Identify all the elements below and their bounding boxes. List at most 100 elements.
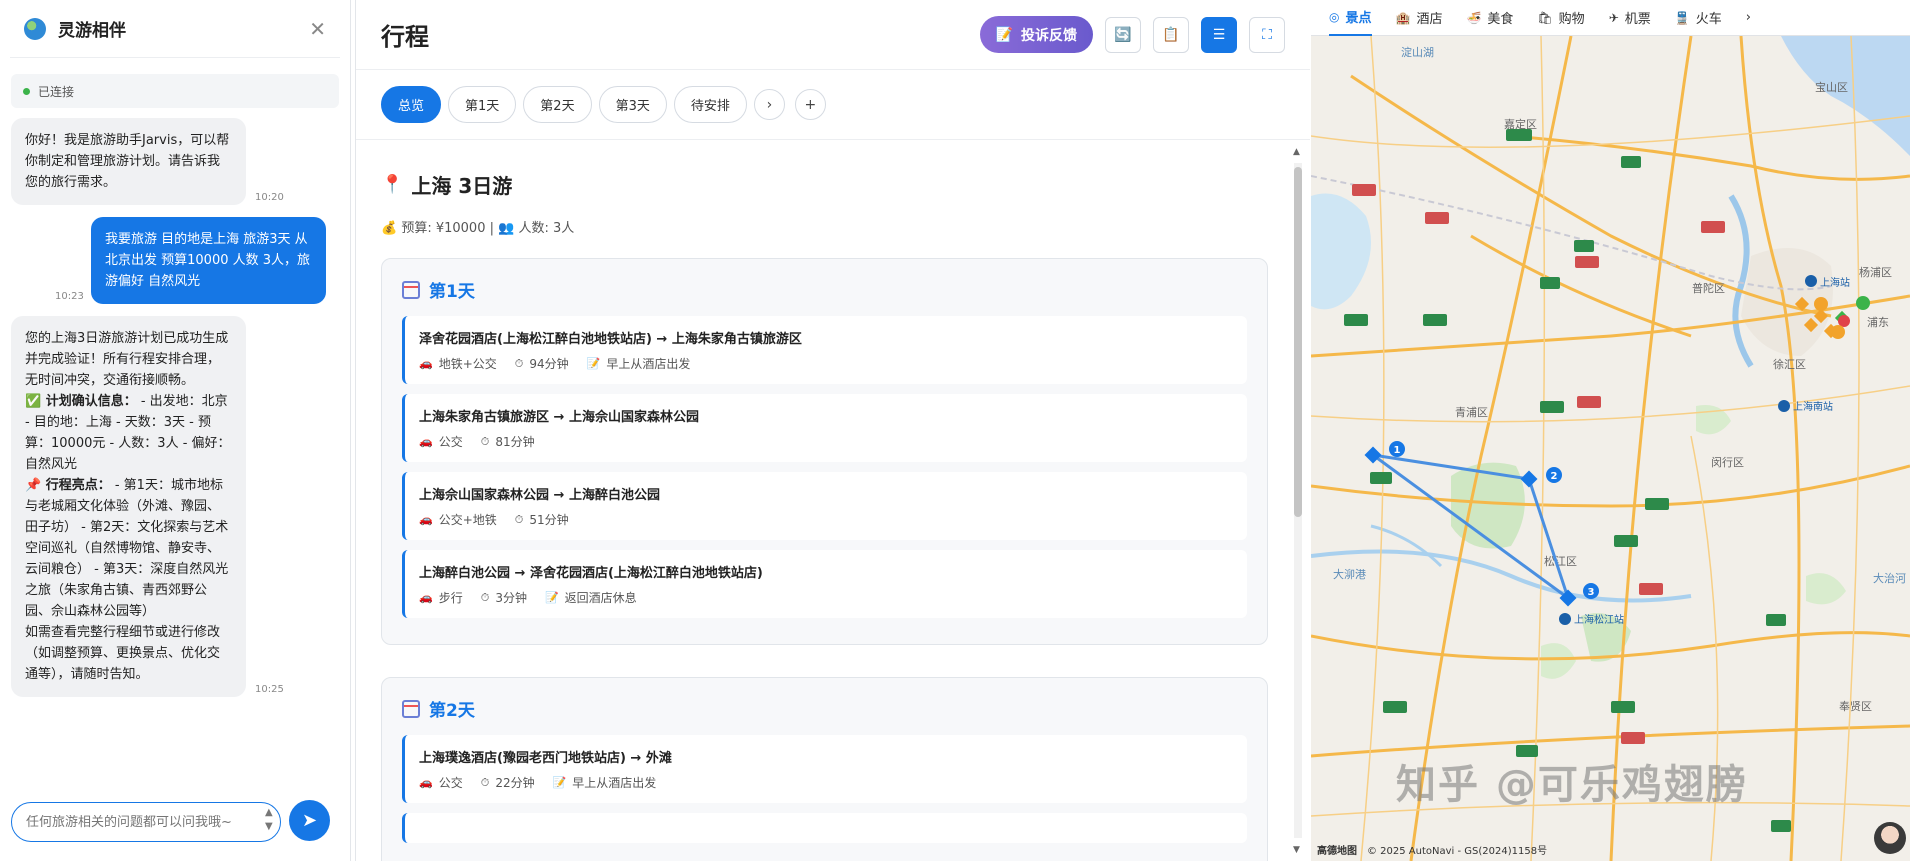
segment-note-text: 早上从酒店出发 [572,776,657,790]
itinerary-scrollbar[interactable]: ▲ ▼ [1291,145,1303,857]
document-icon: 📝 [995,26,1013,43]
complaint-feedback-button[interactable]: 📝 投诉反馈 [979,16,1093,53]
map-tabs-next[interactable]: › [1746,0,1751,36]
map-tab-label: 购物 [1558,12,1585,27]
send-icon: ➤ [301,810,318,831]
district-label: 奉贤区 [1839,699,1872,713]
globe-icon [24,17,46,40]
route-segment[interactable]: 上海朱家角古镇旅游区 → 上海佘山国家森林公园 🚗 公交 ⏱ 81分钟 [402,394,1247,462]
plan-confirm-label: ✅ 计划确认信息： [25,394,137,409]
plan-highlights-label: 📌 行程亮点： [25,478,111,493]
district-label: 青浦区 [1455,406,1488,419]
message-bot: 您的上海3日游旅游计划已成功生成并完成验证！所有行程安排合理，无时间冲突，交通衔… [11,316,339,697]
map-canvas[interactable]: 嘉定区 宝山区 普陀区 杨浦区 徐汇区 浦东 青浦区 闵行区 松江区 奉贤区 淀… [1311,36,1910,861]
segment-transport: 🚗 公交 [419,433,463,450]
segment-note-text: 早上从酒店出发 [606,357,691,371]
stopwatch-icon: ⏱ [480,590,490,604]
day-title-text: 第1天 [429,282,475,302]
district-label: 闵行区 [1711,455,1744,469]
segment-transport: 🚗 公交+地铁 [419,511,497,528]
route-segment[interactable] [402,813,1247,843]
close-icon[interactable]: ✕ [309,17,326,41]
segment-duration: ⏱ 22分钟 [481,774,535,791]
trip-title: 📍 上海 3日游 [381,170,1266,199]
refresh-button[interactable]: 🔄 [1105,16,1141,53]
map-tab-flights[interactable]: ✈ 机票 [1609,0,1651,36]
map-copyright: © 2025 AutoNavi - GS(2024)1158号 [1367,846,1548,857]
avatar[interactable] [1874,822,1906,854]
map-tab-food[interactable]: 🍜 美食 [1466,0,1513,36]
segment-meta: 🚗 步行 ⏱ 3分钟 📝 返回酒店休息 [419,589,1233,606]
route-stop-number: 3 [1588,587,1595,598]
target-icon: ◎ [1329,9,1340,24]
clipboard-icon: 📋 [1162,26,1180,43]
route-segment[interactable]: 上海醉白池公园 → 泽舍花园酒店(上海松江醉白池地铁站店) 🚗 步行 ⏱ 3分钟 📝… [402,550,1247,618]
chat-input-box[interactable] [11,802,281,842]
list-icon: ☰ [1212,26,1226,43]
money-bag-icon: 💰 [381,221,398,236]
app-root: 灵游相伴 ✕ 已连接 你好！我是旅游助手Jarvis，可以帮你制定和管理旅游计划… [0,0,1910,861]
fullscreen-button[interactable]: ⛶ [1249,16,1285,53]
day-card: 第2天 上海璞逸酒店(豫园老西门地铁站店) → 外滩 🚗 公交 ⏱ 22分钟 📝 早上… [381,677,1268,861]
input-resize-stepper[interactable]: ▲ ▼ [265,806,273,834]
itinerary-content: 📍 上海 3日游 💰 预算: ¥10000 | 👥 人数: 3人 第1天 泽舍花… [356,140,1291,861]
segment-route: 上海佘山国家森林公园 → 上海醉白池公园 [419,488,660,503]
add-day-button[interactable]: + [794,89,826,120]
scroll-down-icon[interactable]: ▼ [1293,845,1300,855]
day-title: 第1天 [402,277,1247,302]
segment-meta: 🚗 公交+地铁 ⏱ 51分钟 [419,511,1233,528]
tab-day-1[interactable]: 第1天 [448,86,517,123]
segment-transport-text: 公交 [438,435,463,449]
segment-route: 上海醉白池公园 → 泽舍花园酒店(上海松江醉白池地铁站店) [419,566,763,581]
map-tab-attractions[interactable]: ◎ 景点 [1329,0,1372,36]
chevron-right-icon: › [1745,10,1751,25]
chat-title: 灵游相伴 [58,21,126,41]
map-tab-hotels[interactable]: 🏨 酒店 [1396,0,1443,36]
segment-duration: ⏱ 3分钟 [481,589,527,606]
food-icon: 🍜 [1466,10,1482,25]
district-label: 宝山区 [1815,80,1848,94]
segment-duration-text: 94分钟 [529,357,569,371]
scroll-thumb[interactable] [1294,167,1302,517]
itinerary-header: 行程 📝 投诉反馈 🔄 📋 ☰ ⛶ [356,0,1310,70]
stopwatch-icon: ⏱ [480,775,490,789]
map-tab-label: 酒店 [1416,12,1443,27]
car-icon: 🚗 [419,591,433,604]
map-tab-label: 景点 [1345,11,1372,26]
itinerary-panel: 行程 📝 投诉反馈 🔄 📋 ☰ ⛶ 总览 第1天 第2天 第3天 待安排 › +… [355,0,1310,861]
tab-day-2[interactable]: 第2天 [523,86,592,123]
day-title: 第2天 [402,696,1247,721]
clipboard-button[interactable]: 📋 [1153,16,1189,53]
list-view-button[interactable]: ☰ [1201,16,1237,53]
tab-day-3[interactable]: 第3天 [598,86,667,123]
district-label: 嘉定区 [1504,117,1537,131]
segment-note: 📝 早上从酒店出发 [587,355,691,372]
map-panel[interactable]: ◎ 景点 🏨 酒店 🍜 美食 🛍 购物 ✈ 机票 🚆 火车 › 嘉定区 宝山区 … [1311,0,1910,861]
segment-meta: 🚗 地铁+公交 ⏱ 94分钟 📝 早上从酒店出发 [419,355,1233,372]
segment-transport: 🚗 公交 [419,774,463,791]
segment-transport: 🚗 地铁+公交 [419,355,497,372]
calendar-icon [402,280,420,299]
segment-transport: 🚗 步行 [419,589,463,606]
station-label: 上海松江站 [1574,613,1624,626]
plan-highlights-text: 📌 行程亮点： - 第1天：城市地标与老城厢文化体验（外滩、豫园、田子坊） - … [25,475,232,622]
page-title: 行程 [381,23,429,51]
map-attribution: 高德地图 © 2025 AutoNavi - GS(2024)1158号 [1317,842,1547,857]
watermark-text: 知乎 @可乐鸡翅膀 [1396,762,1748,808]
stopwatch-icon: ⏱ [480,434,490,448]
tab-overview[interactable]: 总览 [381,86,442,123]
route-segment[interactable]: 泽舍花园酒店(上海松江醉白池地铁站店) → 上海朱家角古镇旅游区 🚗 地铁+公交 … [402,316,1247,384]
message-text: 您的上海3日游旅游计划已成功生成并完成验证！所有行程安排合理，无时间冲突，交通衔… [11,316,246,697]
chat-input[interactable] [26,814,246,830]
tab-pending[interactable]: 待安排 [673,86,747,123]
map-tab-trains[interactable]: 🚆 火车 [1675,0,1722,36]
route-segment[interactable]: 上海璞逸酒店(豫园老西门地铁站店) → 外滩 🚗 公交 ⏱ 22分钟 📝 早上从酒店出… [402,735,1247,803]
car-icon: 🚗 [419,357,433,370]
send-button[interactable]: ➤ [289,800,330,841]
message-bot: 你好！我是旅游助手Jarvis，可以帮你制定和管理旅游计划。请告诉我您的旅行需求… [11,118,339,205]
map-tab-shopping[interactable]: 🛍 购物 [1537,0,1584,36]
scroll-up-icon[interactable]: ▲ [1293,147,1300,157]
day-tabs: 总览 第1天 第2天 第3天 待安排 › + [356,70,1310,140]
tabs-next-button[interactable]: › [753,89,785,120]
route-segment[interactable]: 上海佘山国家森林公园 → 上海醉白池公园 🚗 公交+地铁 ⏱ 51分钟 [402,472,1247,540]
